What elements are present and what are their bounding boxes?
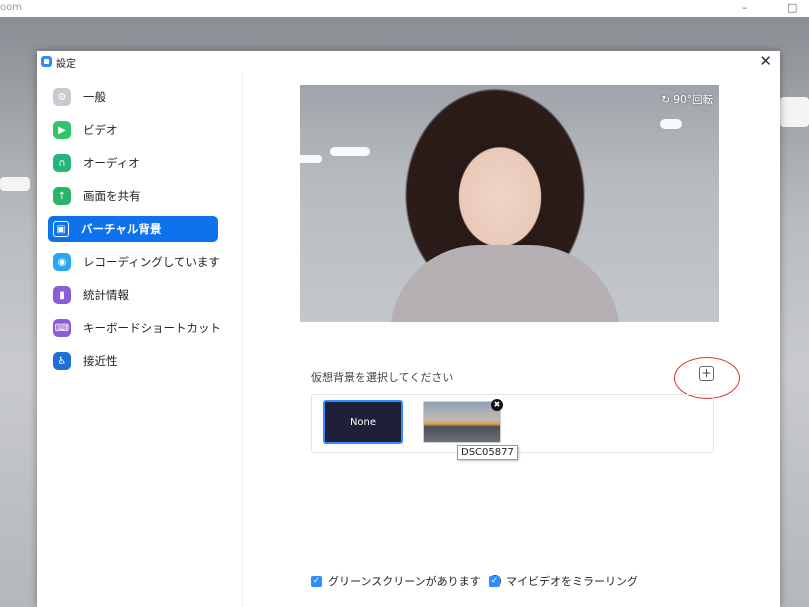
accessibility-icon: ♿ (53, 352, 71, 370)
background-window-title: oom (0, 2, 22, 13)
sidebar-item-label: バーチャル背景 (81, 222, 162, 236)
green-screen-checkbox[interactable]: ✓ (311, 575, 322, 587)
image-name-tooltip: DSC05877 (457, 445, 518, 460)
sidebar-item-label: 接近性 (83, 354, 118, 368)
sidebar-item-video[interactable]: ▶ ビデオ (48, 117, 218, 143)
video-preview: ↻ 90°回転 (300, 85, 719, 322)
mirror-video-label: マイビデオをミラーリング (506, 575, 638, 588)
sidebar-item-label: キーボードショートカット (83, 321, 221, 335)
sidebar-item-recording[interactable]: ◉ レコーディングしています (48, 249, 220, 275)
sidebar-item-label: レコーディングしています (83, 255, 220, 269)
sidebar-item-share-screen[interactable]: ↑ 画面を共有 (48, 183, 218, 209)
minimize-icon[interactable]: – (742, 1, 748, 14)
sidebar-item-label: 統計情報 (83, 288, 129, 302)
remove-background-icon[interactable]: ✖ (491, 399, 503, 411)
sidebar-item-statistics[interactable]: ▮ 統計情報 (48, 282, 218, 308)
settings-dialog: 設定 ✕ ⚙ 一般 ▶ ビデオ ∩ オーディオ ↑ 画面を共有 ▣ バーチャル背… (37, 51, 780, 607)
sidebar-item-virtual-background[interactable]: ▣ バーチャル背景 (48, 216, 218, 242)
video-icon: ▶ (53, 121, 71, 139)
background-option-image[interactable] (423, 401, 501, 443)
mirror-video-option: ✓ マイビデオをミラーリング (489, 573, 638, 589)
sidebar-item-label: 画面を共有 (83, 189, 141, 203)
maximize-icon[interactable]: □ (787, 1, 797, 14)
gear-icon: ⚙ (53, 88, 71, 106)
green-screen-label: グリーンスクリーンがあります (328, 575, 481, 588)
background-window-titlebar: oom – □ (0, 0, 809, 17)
sidebar-item-label: 一般 (83, 90, 106, 104)
rotate-90-button[interactable]: ↻ 90°回転 (661, 92, 713, 107)
highlight-circle-annotation (674, 357, 740, 399)
share-screen-icon: ↑ (53, 187, 71, 205)
mirror-video-checkbox[interactable]: ✓ (489, 575, 500, 587)
recording-icon: ◉ (53, 253, 71, 271)
zoom-app-icon (41, 56, 52, 67)
sidebar-item-label: ビデオ (83, 123, 118, 137)
headphones-icon: ∩ (53, 154, 71, 172)
background-option-none[interactable]: None (323, 400, 403, 444)
sidebar-item-label: オーディオ (83, 156, 140, 170)
dialog-title: 設定 (56, 59, 76, 70)
statistics-icon: ▮ (53, 286, 71, 304)
sidebar-item-general[interactable]: ⚙ 一般 (48, 84, 218, 110)
sidebar-item-accessibility[interactable]: ♿ 接近性 (48, 348, 218, 374)
close-icon[interactable]: ✕ (759, 52, 772, 70)
virtual-background-icon: ▣ (53, 221, 69, 237)
sidebar-item-audio[interactable]: ∩ オーディオ (48, 150, 218, 176)
green-screen-option: ✓ グリーンスクリーンがあります ? (311, 573, 501, 589)
keyboard-icon: ⌨ (53, 319, 71, 337)
settings-sidebar: ⚙ 一般 ▶ ビデオ ∩ オーディオ ↑ 画面を共有 ▣ バーチャル背景 ◉ レ… (37, 72, 243, 607)
virtual-background-label: 仮想背景を選択してください (311, 371, 454, 384)
sidebar-item-keyboard-shortcuts[interactable]: ⌨ キーボードショートカット (48, 315, 221, 341)
dialog-titlebar: 設定 ✕ (37, 51, 780, 72)
